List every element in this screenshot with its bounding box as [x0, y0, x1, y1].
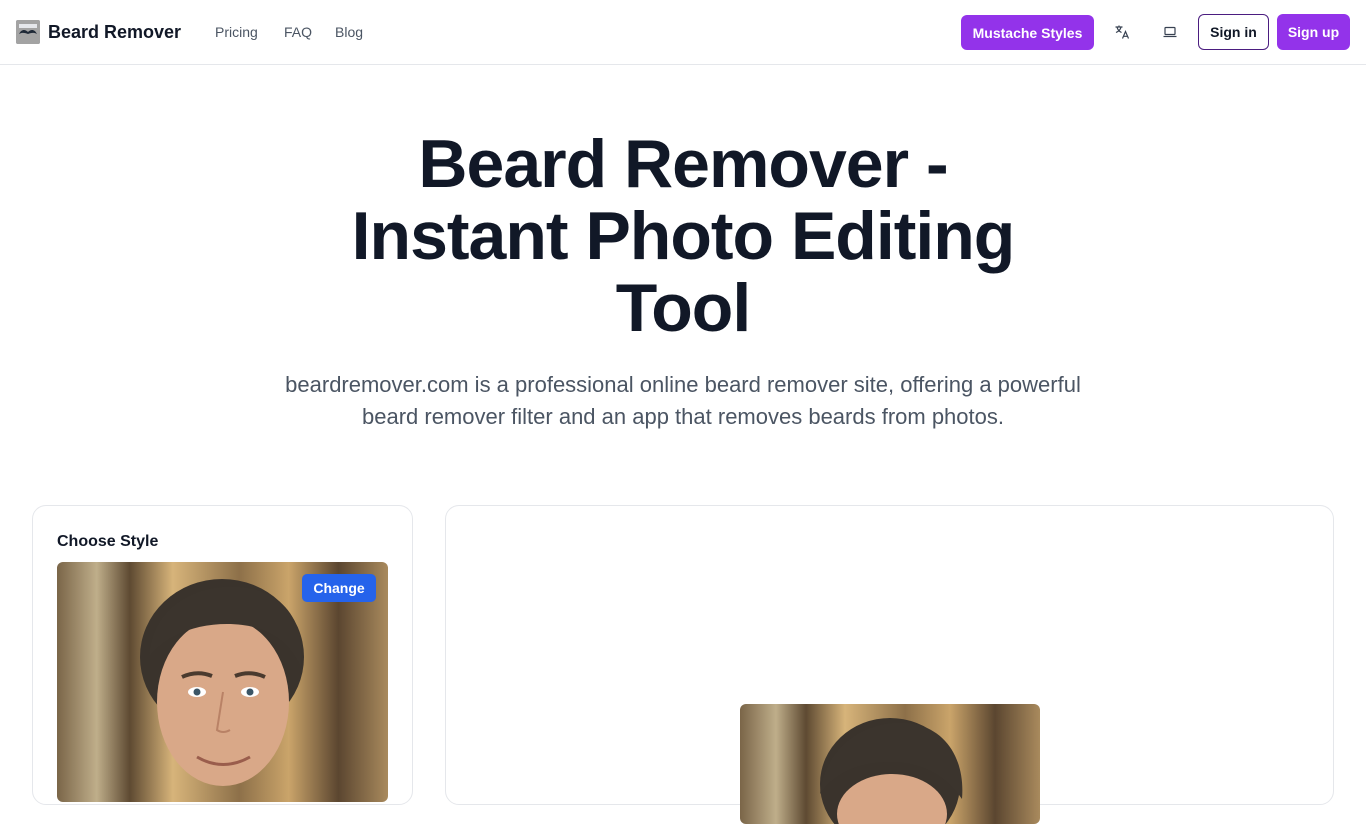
hero-title-line: Instant Photo Editing [351, 198, 1016, 274]
hero-subtitle: beardremover.com is a professional onlin… [285, 372, 1081, 429]
translate-icon[interactable] [1110, 20, 1134, 44]
style-preview-image[interactable]: Change [57, 562, 388, 802]
choose-style-panel: Choose Style Change [32, 505, 413, 805]
choose-style-title: Choose Style [57, 533, 159, 550]
mustache-styles-button[interactable]: Mustache Styles [961, 15, 1094, 50]
nav-link-faq[interactable]: FAQ [284, 24, 312, 41]
hero-title: Beard Remover - Instant Photo Editing To… [283, 128, 1083, 344]
result-preview-image [740, 704, 1040, 824]
laptop-icon[interactable] [1158, 20, 1182, 44]
sign-in-button[interactable]: Sign in [1198, 14, 1269, 50]
nav-link-pricing[interactable]: Pricing [215, 24, 258, 41]
hero-title-line: Tool [615, 270, 751, 346]
hero-title-line: Beard Remover - [418, 126, 948, 202]
change-style-button[interactable]: Change [302, 574, 376, 602]
brand-name[interactable]: Beard Remover [48, 21, 181, 43]
mustache-logo-icon[interactable] [16, 20, 40, 44]
nav-link-blog[interactable]: Blog [335, 24, 363, 41]
top-navbar: Beard Remover Pricing FAQ Blog Mustache … [0, 0, 1366, 65]
result-panel [445, 505, 1334, 824]
sign-up-button[interactable]: Sign up [1277, 14, 1350, 50]
